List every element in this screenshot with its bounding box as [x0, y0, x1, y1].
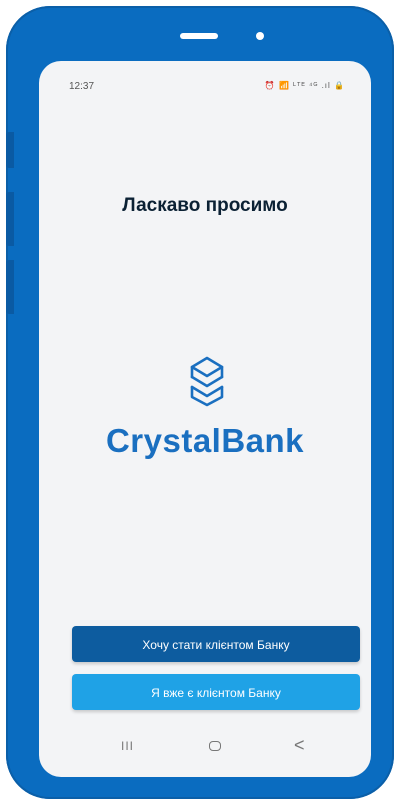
become-client-button[interactable]: Хочу стати клієнтом Банку: [72, 626, 360, 662]
status-icons: ⏰ 📶 ᴸᵀᴱ ⁴ᴳ .ıl 🔒: [264, 81, 345, 90]
recent-apps-icon[interactable]: III: [121, 739, 135, 753]
speaker-grille: [180, 33, 218, 39]
status-time: 12:37: [69, 81, 95, 92]
phone-frame: 12:37 ⏰ 📶 ᴸᵀᴱ ⁴ᴳ .ıl 🔒 Ласкаво просимо C…: [6, 6, 394, 799]
status-bar: 12:37 ⏰ 📶 ᴸᵀᴱ ⁴ᴳ .ıl 🔒: [39, 61, 371, 97]
side-button-volume-down: [6, 260, 14, 314]
brand-wordmark: CrystalBank: [105, 422, 305, 459]
side-button-power: [6, 132, 14, 168]
crystal-logo-icon: [190, 356, 224, 407]
already-client-button[interactable]: Я вже є клієнтом Банку: [72, 674, 360, 710]
welcome-title: Ласкаво просимо: [122, 195, 288, 216]
system-nav-bar: III <: [39, 733, 371, 761]
side-button-volume-up: [6, 192, 14, 246]
screen: 12:37 ⏰ 📶 ᴸᵀᴱ ⁴ᴳ .ıl 🔒 Ласкаво просимо C…: [39, 61, 371, 777]
back-icon[interactable]: <: [294, 735, 305, 756]
front-camera: [256, 32, 264, 40]
home-icon[interactable]: [209, 741, 221, 751]
